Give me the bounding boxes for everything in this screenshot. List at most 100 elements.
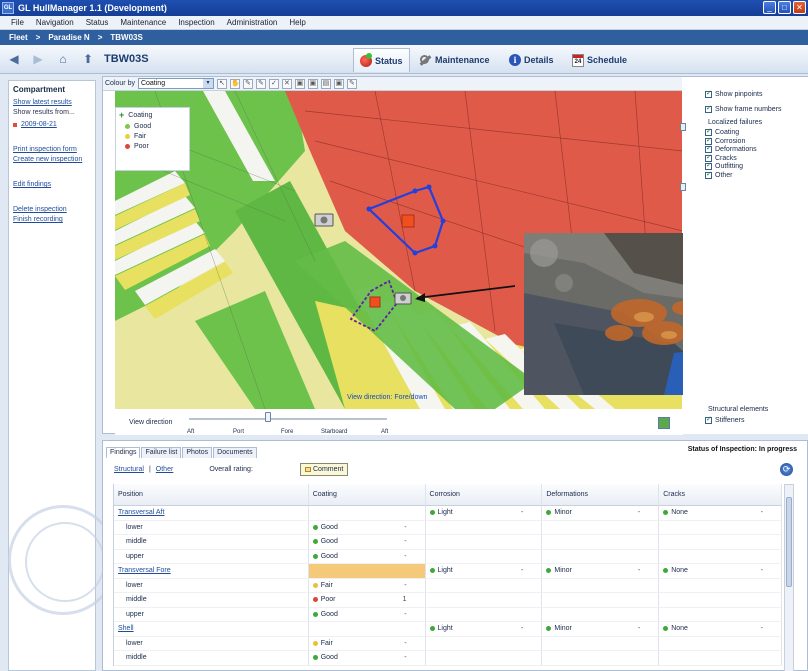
show-pinpoints-checkbox[interactable]: Show pinpoints — [705, 89, 762, 98]
print-inspection-form-link[interactable]: Print inspection form — [9, 146, 95, 153]
menu-status[interactable]: Status — [86, 18, 109, 27]
show-latest-results-link[interactable]: Show latest results — [9, 99, 95, 106]
column-header-coating[interactable]: Coating — [308, 484, 426, 506]
table-row[interactable]: middle Good - — [114, 535, 783, 550]
menu-administration[interactable]: Administration — [227, 18, 278, 27]
panel-slider-handle[interactable] — [680, 123, 686, 131]
comment-button[interactable]: Comment — [300, 463, 349, 476]
column-header-corrosion[interactable]: Corrosion — [425, 484, 543, 506]
tab-status[interactable]: Status — [353, 48, 410, 72]
pencil-tool-icon[interactable]: ✎ — [255, 78, 266, 89]
corrosion-cell[interactable]: Light - — [425, 564, 543, 579]
table-row[interactable]: Transversal Fore Light - Minor - None - — [114, 564, 782, 579]
show-frame-numbers-checkbox[interactable]: Show frame numbers — [705, 104, 782, 113]
tab-details[interactable]: i Details — [503, 48, 560, 72]
cracks-cell[interactable]: None - — [659, 622, 782, 637]
table-row[interactable]: lower Fair - — [114, 578, 783, 593]
box-solid-icon[interactable]: ▣ — [307, 78, 318, 89]
corrosion-cell[interactable]: Light - — [425, 622, 543, 637]
deformations-cell[interactable]: Minor - — [542, 506, 660, 521]
check-tool-icon[interactable]: ✓ — [268, 78, 279, 89]
deformations-cell[interactable]: Minor - — [542, 564, 660, 579]
inspection-date-link[interactable]: 2009-08-21 — [9, 121, 95, 128]
table-row[interactable]: middle Good - — [114, 651, 783, 666]
coating-cell[interactable]: Fair - — [308, 578, 426, 593]
coating-cell[interactable]: Good - — [308, 607, 426, 622]
up-arrow-icon[interactable]: ⬆ — [80, 51, 96, 67]
edit-findings-link[interactable]: Edit findings — [9, 181, 95, 188]
table-row[interactable]: upper Good - — [114, 549, 783, 564]
deformations-checkbox[interactable]: Deformations — [705, 144, 757, 154]
coating-cell[interactable] — [308, 622, 426, 637]
position-link[interactable]: Transversal Fore — [114, 564, 309, 579]
coating-cell[interactable]: Good - — [308, 535, 426, 550]
cracks-cell[interactable]: None - — [659, 506, 782, 521]
cracks-cell[interactable]: None - — [659, 564, 782, 579]
dropdown-marker[interactable]: - — [521, 625, 523, 632]
tab-maintenance[interactable]: Maintenance — [412, 48, 496, 72]
view-direction-slider[interactable] — [189, 418, 387, 420]
corrosion-photo[interactable] — [524, 233, 683, 395]
column-header-position[interactable]: Position — [114, 484, 309, 506]
tab-failure-list[interactable]: Failure list — [141, 447, 182, 458]
structural-link[interactable]: Structural — [114, 466, 144, 473]
tab-photos[interactable]: Photos — [182, 447, 213, 458]
coating-cell[interactable]: Good - — [308, 549, 426, 564]
table-row[interactable]: Transversal Aft Light - Minor - None - — [114, 506, 782, 521]
menu-file[interactable]: File — [11, 18, 24, 27]
camera-tool-icon[interactable]: ▤ — [320, 78, 331, 89]
back-arrow-icon[interactable]: ◀ — [6, 51, 22, 67]
dropdown-marker[interactable]: - — [761, 625, 763, 632]
other-link[interactable]: Other — [156, 466, 174, 473]
column-header-deformations[interactable]: Deformations — [542, 484, 660, 506]
panel-slider-handle[interactable] — [680, 183, 686, 191]
column-header-cracks[interactable]: Cracks — [659, 484, 782, 506]
coating-cell[interactable]: Poor 1 — [308, 593, 426, 608]
scrollbar-thumb[interactable] — [786, 497, 792, 587]
table-row[interactable]: middle Poor 1 — [114, 593, 783, 608]
position-link[interactable]: Transversal Aft — [114, 506, 309, 521]
coating-cell[interactable]: Good - — [308, 520, 426, 535]
create-new-inspection-link[interactable]: Create new inspection — [9, 156, 95, 163]
stiffeners-checkbox[interactable]: Stiffeners — [705, 415, 744, 424]
coating-cell[interactable]: Fair - — [308, 636, 426, 651]
dropdown-marker[interactable]: - — [761, 567, 763, 574]
dropdown-marker[interactable]: - — [761, 509, 763, 516]
menu-inspection[interactable]: Inspection — [178, 18, 214, 27]
dropdown-marker[interactable]: - — [638, 625, 640, 632]
menu-help[interactable]: Help — [289, 18, 305, 27]
photo-tool-icon[interactable]: ▣ — [333, 78, 344, 89]
dropdown-marker[interactable]: - — [638, 567, 640, 574]
table-row[interactable]: Shell Light - Minor - None - — [114, 622, 782, 637]
outfitting-checkbox[interactable]: Outfitting — [705, 161, 757, 171]
box-view-icon[interactable]: ▣ — [294, 78, 305, 89]
coating-checkbox[interactable]: Coating — [705, 127, 757, 136]
coating-cell[interactable]: Good - — [308, 651, 426, 666]
table-scrollbar[interactable] — [784, 484, 794, 671]
position-link[interactable]: Shell — [114, 622, 309, 637]
minimize-button[interactable]: _ — [763, 1, 776, 14]
forward-arrow-icon[interactable]: ▶ — [30, 51, 46, 67]
table-row[interactable]: upper Good - — [114, 607, 783, 622]
breadcrumb-vessel[interactable]: Paradise N — [48, 33, 89, 42]
finish-recording-link[interactable]: Finish recording — [9, 216, 95, 223]
hull-render-canvas[interactable]: + Coating Good Fair Poor View direction:… — [115, 91, 683, 409]
tab-findings[interactable]: Findings — [106, 447, 141, 458]
delete-tool-icon[interactable]: ✕ — [281, 78, 292, 89]
tab-schedule[interactable]: 24 Schedule — [566, 48, 633, 72]
map-view-icon[interactable] — [658, 417, 670, 429]
corrosion-cell[interactable]: Light - — [425, 506, 543, 521]
cracks-checkbox[interactable]: Cracks — [705, 153, 757, 162]
deformations-cell[interactable]: Minor - — [542, 622, 660, 637]
home-icon[interactable]: ⌂ — [55, 51, 71, 67]
colour-by-select[interactable]: Coating ▾ — [137, 78, 214, 89]
slider-handle[interactable] — [265, 412, 272, 422]
dropdown-marker[interactable]: - — [521, 567, 523, 574]
pen-tool-icon[interactable]: ✎ — [242, 78, 253, 89]
table-row[interactable]: lower Fair - — [114, 636, 783, 651]
dropdown-marker[interactable]: - — [638, 509, 640, 516]
corrosion-checkbox[interactable]: Corrosion — [705, 136, 757, 145]
menu-maintenance[interactable]: Maintenance — [120, 18, 166, 27]
refresh-icon[interactable]: ⟳ — [780, 463, 793, 476]
annotate-tool-icon[interactable]: ✎ — [346, 78, 357, 89]
